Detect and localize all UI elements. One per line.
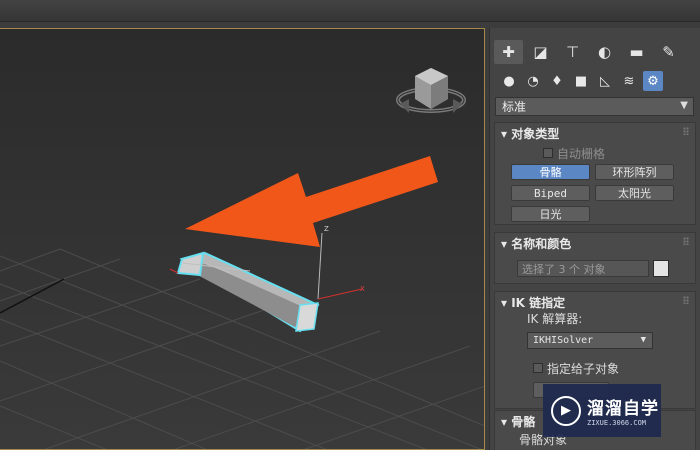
rollout-grip-icon [683, 127, 689, 135]
rollout-name-color: ▾ 名称和颜色 选择了 3 个 对象 [494, 232, 696, 284]
lights-icon[interactable]: ♦ [547, 71, 567, 91]
category-dropdown[interactable]: 标准 ▼ [495, 97, 694, 116]
svg-text:Z: Z [324, 225, 329, 233]
svg-text:X: X [360, 285, 365, 293]
assign-children-checkbox[interactable] [533, 363, 543, 373]
command-panel-main-tabs: ✚ ◪ ⊤ ◐ ▬ ✎ [494, 40, 683, 64]
ring-array-button[interactable]: 环形阵列 [595, 164, 674, 180]
rollout-object-type-title[interactable]: ▾ 对象类型 [501, 125, 559, 142]
daylight-button[interactable]: 日光 [511, 206, 590, 222]
shapes-icon[interactable]: ◔ [523, 71, 543, 91]
category-dropdown-value: 标准 [502, 100, 527, 114]
ik-solver-value: IKHISolver [533, 335, 594, 346]
minus-toggle-icon: ▾ [501, 415, 512, 429]
minus-toggle-icon: ▾ [501, 296, 512, 310]
autogrid-checkbox[interactable] [543, 148, 553, 158]
bones-button[interactable]: 骨骼 [511, 164, 590, 180]
bone-object[interactable] [169, 251, 320, 333]
biped-button[interactable]: Biped [511, 185, 590, 201]
watermark-name: 溜溜自学 [587, 399, 659, 419]
rollout-bone-parameters-title[interactable]: ▾ 骨骼 [501, 413, 535, 430]
minus-toggle-icon: ▾ [501, 127, 512, 141]
rollout-object-type: ▾ 对象类型 自动栅格 骨骼 环形阵列 Biped 太阳光 日光 [494, 122, 696, 225]
object-name-field[interactable]: 选择了 3 个 对象 [517, 260, 649, 277]
rollout-ik-chain-title[interactable]: ▾ IK 链指定 [501, 294, 565, 311]
ik-solver-dropdown[interactable]: IKHISolver ▼ [527, 332, 653, 349]
motion-icon[interactable]: ◐ [590, 40, 619, 64]
rollout-grip-icon [683, 237, 689, 245]
modify-icon[interactable]: ◪ [526, 40, 555, 64]
grid-axis-line [0, 278, 65, 314]
systems-icon[interactable]: ⚙ [643, 71, 663, 91]
hierarchy-icon[interactable]: ⊤ [558, 40, 587, 64]
view-cube[interactable] [396, 68, 466, 113]
annotation-arrow [185, 156, 438, 247]
sunlight-button[interactable]: 太阳光 [595, 185, 674, 201]
create-category-tabs: ● ◔ ♦ ■ ◺ ≋ ⚙ [499, 71, 663, 95]
ik-solver-label: IK 解算器: [527, 312, 583, 326]
autogrid-label: 自动栅格 [557, 147, 606, 161]
watermark-logo: ▶ 溜溜自学 ZIXUE.3066.COM [543, 384, 661, 437]
play-logo-icon: ▶ [551, 395, 581, 426]
gizmo-x-axis [317, 288, 363, 300]
utilities-wrench-icon[interactable]: ✎ [654, 40, 683, 64]
rollout-name-color-title[interactable]: ▾ 名称和颜色 [501, 235, 571, 252]
viewport-perspective[interactable]: Z X [0, 28, 485, 450]
chevron-down-icon: ▼ [680, 100, 688, 111]
top-toolbar [0, 0, 700, 22]
chevron-down-icon: ▼ [640, 335, 646, 345]
assign-children-label: 指定给子对象 [547, 362, 620, 376]
geometry-sphere-icon[interactable]: ● [499, 71, 519, 91]
rollout-grip-icon [683, 296, 689, 304]
space-warps-icon[interactable]: ≋ [619, 71, 639, 91]
minus-toggle-icon: ▾ [501, 237, 512, 251]
object-color-swatch[interactable] [653, 260, 669, 277]
display-icon[interactable]: ▬ [622, 40, 651, 64]
helpers-icon[interactable]: ◺ [595, 71, 615, 91]
watermark-url: ZIXUE.3066.COM [587, 419, 647, 427]
create-plus-icon[interactable]: ✚ [494, 40, 523, 64]
viewport-scene: Z X [0, 68, 484, 449]
cameras-icon[interactable]: ■ [571, 71, 591, 91]
